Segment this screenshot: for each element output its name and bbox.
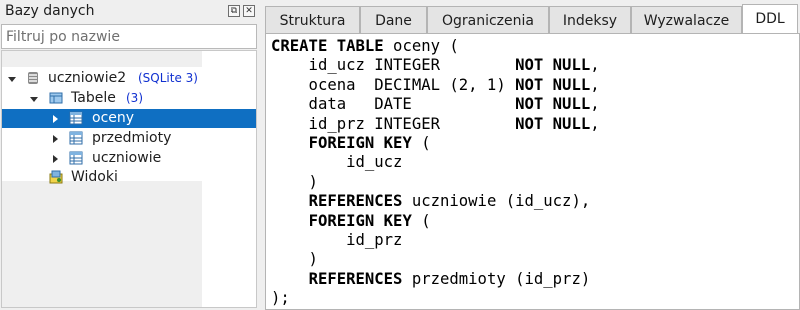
ddl-line: )	[271, 173, 600, 192]
database-tree[interactable]: uczniowie2 (SQLite 3) Tabele (3) oceny p…	[1, 50, 257, 308]
views-icon	[49, 170, 63, 184]
float-panel-icon[interactable]: ⧉	[228, 5, 240, 17]
ddl-text: ,	[590, 114, 600, 133]
ddl-text: )	[271, 172, 318, 191]
ddl-text: oceny (	[383, 37, 459, 55]
ddl-line: id_ucz	[271, 153, 600, 172]
ddl-keyword: CREATE TABLE	[271, 37, 384, 55]
redacted-area	[2, 51, 202, 67]
tab-indeksy[interactable]: Indeksy	[549, 6, 631, 34]
ddl-line: REFERENCES przedmioty (id_prz)	[271, 270, 600, 289]
tab-ograniczenia[interactable]: Ograniczenia	[427, 6, 549, 34]
ddl-text: ,	[590, 75, 600, 94]
ddl-text	[271, 192, 309, 210]
database-icon	[28, 72, 38, 84]
table-details-panel: Struktura Dane Ograniczenia Indeksy Wyzw…	[259, 0, 800, 310]
ddl-keyword: FOREIGN KEY	[308, 211, 412, 230]
tab-bar: Struktura Dane Ograniczenia Indeksy Wyzw…	[265, 4, 800, 35]
tab-struktura[interactable]: Struktura	[265, 6, 360, 34]
chevron-down-icon[interactable]	[30, 97, 38, 102]
table-icon	[69, 111, 83, 125]
ddl-line: )	[271, 250, 600, 269]
ddl-text	[271, 270, 309, 288]
ddl-text: id_ucz INTEGER	[271, 56, 516, 75]
tree-item-table-przedmioty[interactable]: przedmioty	[2, 129, 256, 148]
ddl-line: FOREIGN KEY (	[271, 134, 600, 153]
redacted-area	[2, 181, 202, 307]
ddl-keyword: REFERENCES	[308, 269, 403, 288]
tab-dane[interactable]: Dane	[360, 6, 427, 34]
ddl-text: ocena DECIMAL (2, 1)	[271, 75, 516, 94]
tree-item-views-group[interactable]: Widoki	[2, 168, 256, 187]
ddl-text: uczniowie (id_ucz),	[402, 192, 591, 211]
ddl-text: data DATE	[271, 95, 516, 114]
database-label: uczniowie2	[48, 70, 127, 86]
ddl-keyword: FOREIGN KEY	[308, 134, 412, 153]
tree-item-tables-group[interactable]: Tabele (3)	[2, 89, 256, 108]
ddl-text: ,	[590, 95, 600, 114]
tab-wyzwalacze[interactable]: Wyzwalacze	[631, 6, 742, 34]
chevron-down-icon[interactable]	[8, 77, 16, 82]
ddl-text: (	[411, 134, 431, 153]
ddl-keyword: NOT NULL	[515, 114, 591, 133]
chevron-right-icon[interactable]	[53, 155, 58, 163]
close-panel-icon[interactable]: ✕	[243, 5, 255, 17]
ddl-keyword: REFERENCES	[308, 192, 403, 211]
tables-folder-icon	[49, 92, 63, 104]
chevron-right-icon[interactable]	[53, 115, 58, 123]
ddl-text: przedmioty (id_prz)	[402, 269, 591, 288]
ddl-line: REFERENCES uczniowie (id_ucz),	[271, 192, 600, 211]
ddl-text: ,	[590, 56, 600, 75]
ddl-text: id_prz INTEGER	[271, 114, 516, 133]
ddl-keyword: NOT NULL	[515, 75, 591, 94]
panel-title: Bazy danych	[5, 3, 95, 19]
chevron-right-icon[interactable]	[53, 135, 58, 143]
tables-count: (3)	[126, 91, 143, 105]
ddl-text: );	[271, 289, 290, 308]
ddl-line: FOREIGN KEY (	[271, 212, 600, 231]
views-group-label: Widoki	[71, 169, 118, 185]
tree-item-database[interactable]: uczniowie2 (SQLite 3)	[2, 69, 256, 88]
table-icon	[69, 131, 83, 145]
ddl-editor[interactable]: CREATE TABLE oceny ( id_ucz INTEGER NOT …	[265, 33, 800, 310]
tree-item-table-uczniowie[interactable]: uczniowie	[2, 149, 256, 168]
tree-item-table-oceny[interactable]: oceny	[2, 109, 256, 128]
tab-ddl[interactable]: DDL	[742, 4, 798, 35]
ddl-line: data DATE NOT NULL,	[271, 95, 600, 114]
filter-input[interactable]	[1, 24, 257, 49]
table-label: przedmioty	[92, 130, 172, 146]
ddl-line: id_ucz INTEGER NOT NULL,	[271, 56, 600, 75]
ddl-text	[271, 134, 309, 152]
ddl-text: )	[271, 250, 318, 269]
ddl-line: id_prz	[271, 231, 600, 250]
table-label: oceny	[92, 110, 135, 126]
ddl-text	[271, 212, 309, 230]
ddl-line: );	[271, 289, 600, 308]
ddl-keyword: NOT NULL	[515, 95, 591, 114]
ddl-text: id_prz	[271, 231, 403, 250]
ddl-keyword: NOT NULL	[515, 56, 591, 75]
tables-group-label: Tabele	[71, 90, 116, 106]
ddl-line: ocena DECIMAL (2, 1) NOT NULL,	[271, 76, 600, 95]
table-label: uczniowie	[92, 150, 162, 166]
ddl-line: id_prz INTEGER NOT NULL,	[271, 115, 600, 134]
ddl-text: (	[411, 211, 431, 230]
database-type-note: (SQLite 3)	[138, 71, 198, 85]
ddl-text: id_ucz	[271, 153, 403, 172]
database-browser-panel: Bazy danych ⧉ ✕ uczniowie2 (SQLite 3)	[0, 0, 259, 310]
ddl-line: CREATE TABLE oceny (	[271, 37, 600, 56]
table-icon	[69, 151, 83, 165]
ddl-code: CREATE TABLE oceny ( id_ucz INTEGER NOT …	[271, 37, 600, 309]
